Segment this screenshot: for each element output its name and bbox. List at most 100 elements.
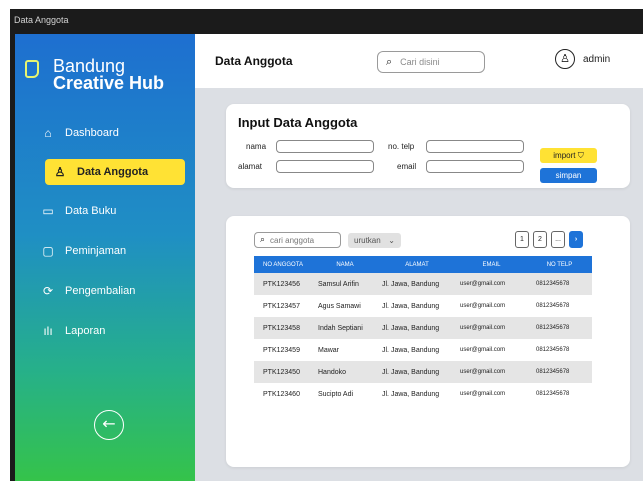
user-name: admin [583, 53, 611, 65]
sidebar-item-pengembalian[interactable]: ⟳ Pengembalian [39, 278, 185, 304]
bar-chart-icon: ılı [43, 324, 53, 338]
arrow-left-circle-icon: ← [102, 414, 116, 433]
user-menu[interactable]: ♙ admin [555, 49, 610, 69]
table-cell: Jl. Jawa, Bandung [382, 346, 440, 354]
anggota-table-card: ⌕ urutkan ⌄ 1 2 ... › NO ANGGOTA NAMA AL… [226, 216, 630, 467]
sidebar-item-peminjaman[interactable]: ▢ Peminjaman [39, 238, 185, 264]
table-header-row: NO ANGGOTA NAMA ALAMAT EMAIL NO TELP [254, 256, 592, 273]
search-icon: ⌕ [386, 55, 393, 68]
email-label: email [397, 162, 417, 171]
sidebar-item-label: Data Anggota [77, 166, 149, 178]
search-icon: ⌕ [260, 235, 266, 245]
sidebar-item-data-buku[interactable]: ▭ Data Buku [39, 198, 185, 224]
table-cell: user@gmail.com [460, 391, 506, 397]
brand-name-line2: Creative Hub [53, 73, 165, 93]
window-title: Data Anggota [14, 15, 69, 25]
title-bar: Data Anggota [10, 9, 643, 34]
table-cell: Jl. Jawa, Bandung [382, 368, 440, 376]
sidebar-item-laporan[interactable]: ılı Laporan [39, 318, 185, 344]
sidebar-item-data-anggota[interactable]: ♙ Data Anggota [45, 159, 185, 185]
column-header[interactable]: NAMA [312, 256, 378, 273]
page-button-1[interactable]: 1 [515, 231, 529, 248]
chevron-right-icon: › [574, 236, 578, 243]
nama-field[interactable] [276, 140, 374, 153]
table-cell: user@gmail.com [460, 281, 506, 287]
table-cell: PTK123450 [263, 368, 300, 376]
alamat-label: alamat [238, 162, 263, 171]
next-page-button[interactable]: › [569, 231, 583, 248]
sidebar-item-label: Data Buku [65, 205, 117, 217]
table-row[interactable]: PTK123450 Handoko Jl. Jawa, Bandung user… [254, 361, 592, 383]
table-row[interactable]: PTK123459 Mawar Jl. Jawa, Bandung user@g… [254, 339, 592, 361]
sort-label: urutkan [354, 236, 381, 245]
table-cell: 0812345678 [536, 391, 570, 397]
table-cell: PTK123456 [263, 280, 300, 288]
table-cell: Agus Samawi [318, 302, 361, 310]
table-cell: 0812345678 [536, 347, 570, 353]
global-search[interactable]: ⌕ [377, 51, 485, 73]
table-cell: Sucipto Adi [318, 390, 354, 398]
sidebar-item-dashboard[interactable]: ⌂ Dashboard [39, 120, 185, 146]
column-header[interactable]: ALAMAT [378, 256, 456, 273]
table-cell: 0812345678 [536, 369, 570, 375]
table-cell: 0812345678 [536, 325, 570, 331]
page-ellipsis[interactable]: ... [551, 231, 565, 248]
table-cell: Indah Septiani [318, 324, 363, 332]
table-row[interactable]: PTK123460 Sucipto Adi Jl. Jawa, Bandung … [254, 383, 592, 405]
import-button[interactable]: import ⛉ [540, 148, 597, 163]
table-cell: PTK123459 [263, 346, 300, 354]
table-cell: user@gmail.com [460, 303, 506, 309]
sidebar-item-label: Dashboard [65, 127, 119, 139]
sidebar: Bandung Creative Hub ⌂ Dashboard ♙ Data … [15, 34, 195, 481]
table-cell: user@gmail.com [460, 369, 506, 375]
input-anggota-card: Input Data Anggota nama alamat no. telp … [226, 104, 630, 188]
table-cell: Samsul Arifin [318, 280, 359, 288]
telp-field[interactable] [426, 140, 524, 153]
book-icon: ▭ [42, 204, 54, 218]
page-button-2[interactable]: 2 [533, 231, 547, 248]
page-title: Data Anggota [215, 54, 293, 68]
table-cell: user@gmail.com [460, 325, 506, 331]
chevron-down-icon: ⌄ [388, 236, 395, 245]
table-cell: Jl. Jawa, Bandung [382, 324, 440, 332]
column-header[interactable]: NO ANGGOTA [254, 256, 312, 273]
anggota-table: NO ANGGOTA NAMA ALAMAT EMAIL NO TELP PTK… [254, 256, 592, 405]
user-circle-icon: ♙ [555, 49, 575, 69]
save-button[interactable]: simpan [540, 168, 597, 183]
main-content: Data Anggota ⌕ ♙ admin Input Data Anggot… [195, 34, 643, 481]
nama-label: nama [246, 142, 267, 151]
logo-icon [25, 60, 39, 78]
form-heading: Input Data Anggota [238, 115, 358, 130]
top-bar: Data Anggota ⌕ ♙ admin [195, 34, 643, 88]
sidebar-item-label: Pengembalian [65, 285, 136, 297]
folder-icon: ▢ [42, 244, 54, 258]
table-cell: user@gmail.com [460, 347, 506, 353]
table-row[interactable]: PTK123458 Indah Septiani Jl. Jawa, Bandu… [254, 317, 592, 339]
alamat-field[interactable] [276, 160, 374, 173]
table-cell: Jl. Jawa, Bandung [382, 280, 440, 288]
back-button[interactable]: ← [94, 410, 124, 440]
table-search[interactable]: ⌕ [254, 232, 341, 248]
table-cell: 0812345678 [536, 281, 570, 287]
sort-dropdown[interactable]: urutkan ⌄ [348, 233, 401, 248]
search-input[interactable] [400, 57, 471, 67]
table-cell: Mawar [318, 346, 340, 354]
table-cell: PTK123457 [263, 302, 300, 310]
table-search-input[interactable] [270, 235, 335, 245]
filter-icon: ⛉ [577, 151, 584, 160]
telp-label: no. telp [388, 142, 415, 151]
table-cell: PTK123460 [263, 390, 300, 398]
refresh-icon: ⟳ [42, 284, 54, 298]
column-header[interactable]: EMAIL [456, 256, 527, 273]
table-cell: Jl. Jawa, Bandung [382, 302, 440, 310]
table-cell: PTK123458 [263, 324, 300, 332]
column-header[interactable]: NO TELP [527, 256, 592, 273]
brand: Bandung Creative Hub [25, 57, 165, 93]
table-row[interactable]: PTK123456 Samsul Arifin Jl. Jawa, Bandun… [254, 273, 592, 295]
email-field[interactable] [426, 160, 524, 173]
home-icon: ⌂ [44, 126, 52, 140]
table-row[interactable]: PTK123457 Agus Samawi Jl. Jawa, Bandung … [254, 295, 592, 317]
table-cell: Jl. Jawa, Bandung [382, 390, 440, 398]
sidebar-item-label: Peminjaman [65, 245, 127, 257]
table-cell: Handoko [318, 368, 347, 376]
